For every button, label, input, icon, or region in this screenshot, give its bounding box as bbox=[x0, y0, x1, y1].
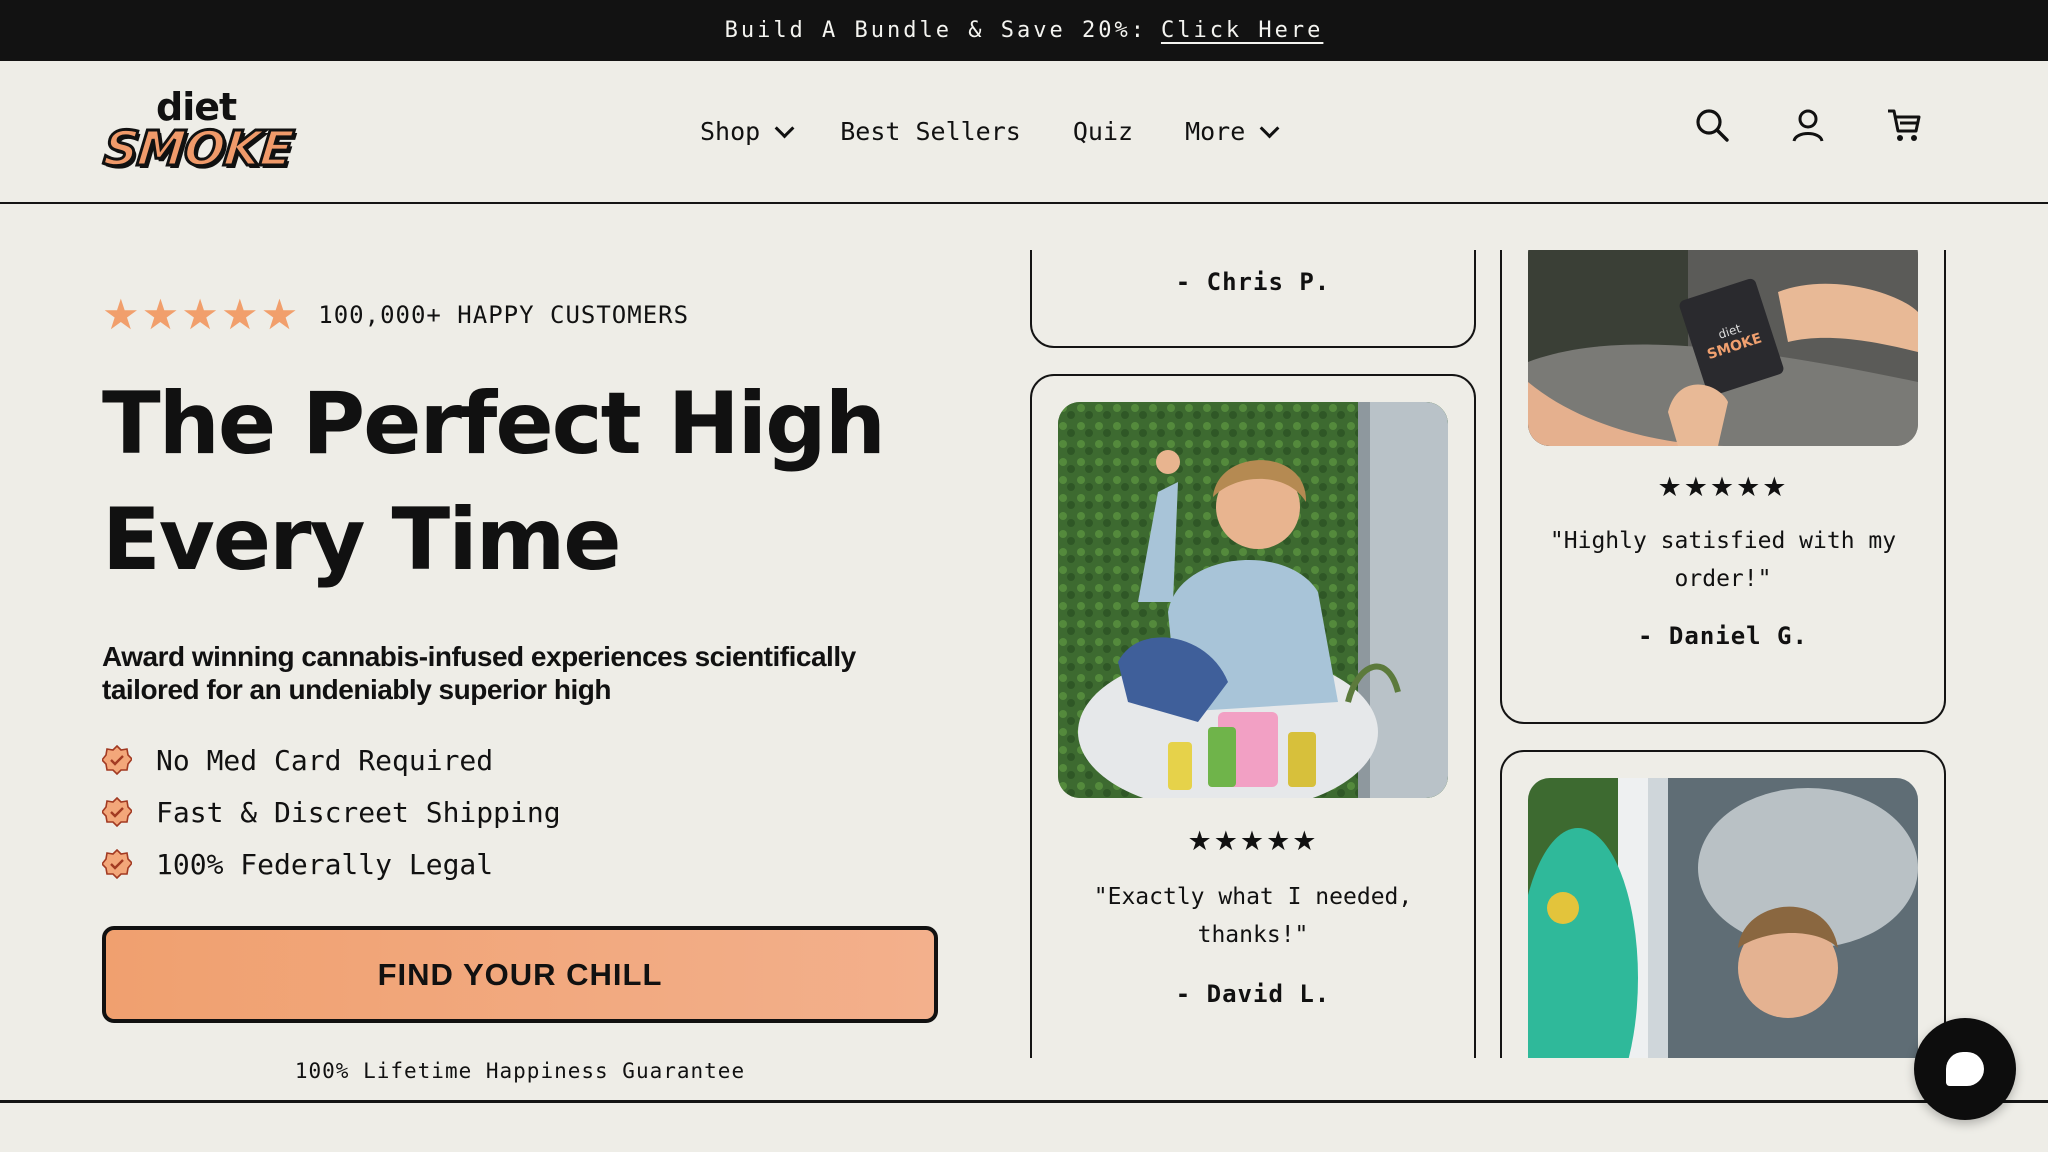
rating-text: 100,000+ HAPPY CUSTOMERS bbox=[318, 301, 690, 329]
review-author: - David L. bbox=[1175, 980, 1331, 1008]
nav-quiz[interactable]: Quiz bbox=[1073, 117, 1133, 146]
main-nav: Shop Best Sellers Quiz More bbox=[700, 61, 1325, 202]
site-header: diet SMOKE Shop Best Sellers Quiz More bbox=[0, 61, 2048, 204]
chat-bubble-icon bbox=[1946, 1052, 1984, 1086]
find-your-chill-button[interactable]: FIND YOUR CHILL bbox=[102, 926, 938, 1023]
section-divider bbox=[0, 1100, 2048, 1103]
hero-headline: The Perfect High Every Time bbox=[102, 366, 942, 598]
nav-shop-label: Shop bbox=[700, 117, 761, 146]
rating-stars: ★★★★★ bbox=[102, 291, 301, 338]
account-icon[interactable] bbox=[1790, 107, 1826, 143]
list-item: 100% Federally Legal bbox=[100, 838, 942, 890]
rating-row: ★★★★★ 100,000+ HAPPY CUSTOMERS bbox=[102, 290, 942, 340]
reviews-carousel[interactable]: - Chris P. ★★★★★ "Exactly what I needed,… bbox=[1020, 250, 1980, 1058]
logo-smoke-text: SMOKE bbox=[100, 120, 297, 179]
review-card: diet SMOKE ★★★★★ "Highly satisfied with … bbox=[1500, 250, 1946, 724]
announcement-bar: Build A Bundle & Save 20%: Click Here bbox=[0, 0, 2048, 61]
review-photo: diet SMOKE bbox=[1528, 250, 1918, 446]
review-stars: ★★★★★ bbox=[1657, 472, 1789, 502]
check-badge-icon bbox=[100, 744, 134, 776]
review-photo bbox=[1058, 402, 1448, 798]
review-quote: "Exactly what I needed, thanks!" bbox=[1093, 884, 1413, 948]
review-card: - Chris P. bbox=[1030, 250, 1476, 348]
review-photo bbox=[1528, 778, 1918, 1058]
benefit-list: No Med Card Required Fast & Discreet Shi… bbox=[100, 734, 942, 890]
nav-best-sellers-label: Best Sellers bbox=[840, 117, 1021, 146]
headline-line-2: Every Time bbox=[102, 490, 622, 590]
chevron-down-icon bbox=[1259, 118, 1280, 138]
review-stars: ★★★★★ bbox=[1187, 826, 1319, 856]
list-item: No Med Card Required bbox=[100, 734, 942, 786]
nav-more-label: More bbox=[1185, 117, 1246, 146]
chat-launcher-button[interactable] bbox=[1914, 1018, 2016, 1120]
nav-more[interactable]: More bbox=[1185, 117, 1280, 146]
check-badge-icon bbox=[100, 848, 134, 880]
chevron-down-icon bbox=[774, 118, 795, 138]
hero-content: ★★★★★ 100,000+ HAPPY CUSTOMERS The Perfe… bbox=[100, 290, 942, 1083]
review-author: - Daniel G. bbox=[1638, 622, 1808, 650]
list-item: Fast & Discreet Shipping bbox=[100, 786, 942, 838]
header-icons bbox=[1694, 107, 1922, 143]
headline-line-1: The Perfect High bbox=[102, 374, 886, 474]
review-card bbox=[1500, 750, 1946, 1058]
cart-icon[interactable] bbox=[1886, 107, 1922, 143]
benefit-text: 100% Federally Legal bbox=[156, 847, 494, 881]
review-quote: "Highly satisfied with my order!" bbox=[1549, 528, 1897, 592]
nav-shop[interactable]: Shop bbox=[700, 117, 795, 146]
benefit-text: No Med Card Required bbox=[156, 743, 494, 777]
nav-best-sellers[interactable]: Best Sellers bbox=[840, 117, 1021, 146]
search-icon[interactable] bbox=[1694, 107, 1730, 143]
announcement-link[interactable]: Click Here bbox=[1161, 18, 1323, 43]
nav-quiz-label: Quiz bbox=[1072, 117, 1134, 146]
logo[interactable]: diet SMOKE bbox=[100, 85, 297, 181]
benefit-text: Fast & Discreet Shipping bbox=[156, 795, 561, 829]
announcement-text: Build A Bundle & Save 20%: bbox=[724, 18, 1147, 43]
guarantee-text: 100% Lifetime Happiness Guarantee bbox=[294, 1059, 746, 1083]
review-card: ★★★★★ "Exactly what I needed, thanks!" -… bbox=[1030, 374, 1476, 1058]
review-author: - Chris P. bbox=[1175, 268, 1331, 296]
check-badge-icon bbox=[100, 796, 134, 828]
hero-subheading: Award winning cannabis-infused experienc… bbox=[102, 641, 856, 705]
